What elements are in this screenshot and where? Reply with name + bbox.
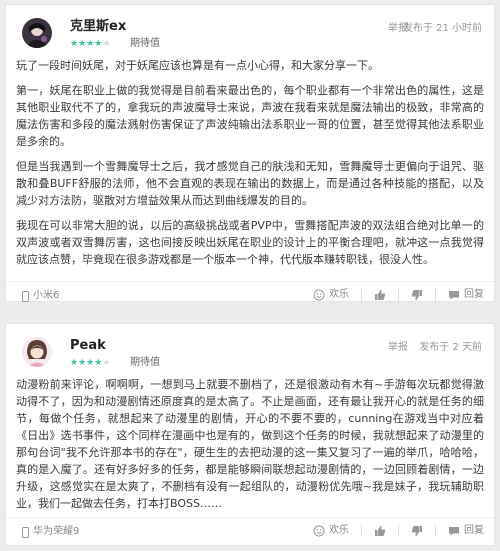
reply-button[interactable]: 回复 [448, 524, 484, 538]
phone-icon [22, 290, 29, 302]
thumbs-down-icon [411, 290, 422, 300]
divider [435, 289, 436, 301]
device-name: 小米6 [33, 290, 60, 301]
fun-button[interactable]: 欢乐 [313, 524, 349, 538]
review-actions: 欢乐 回复 [313, 524, 484, 538]
post-time: 发布于 2 天前 [419, 342, 482, 353]
report-button[interactable]: 举报 [388, 342, 408, 354]
rating-label: 期待值 [130, 38, 160, 49]
review-paragraph: 动漫粉前来评论，啊啊啊，一想到马上就要不删档了，还是很激动有木有~手游每次玩都觉… [16, 378, 484, 510]
review-paragraph: 第一，妖尾在职业上做的我觉得是目前看来最出色的，每个职业都有一个非常出色的属性，… [16, 84, 484, 148]
divider [435, 525, 436, 537]
review-body: 玩了一段时间妖尾，对于妖尾应该也算是有一点小心得，和大家分享一下。 第一，妖尾在… [16, 57, 484, 276]
device-name: 华为荣耀9 [33, 526, 80, 537]
rating-label: 期待值 [130, 357, 160, 368]
review-footer: 小米6 欢乐 回复 [6, 281, 494, 311]
thumbs-down-icon [411, 526, 422, 536]
star-icon: ★ [102, 358, 111, 368]
reply-label: 回复 [464, 289, 484, 300]
smile-icon [313, 289, 325, 301]
review-footer: 华为荣耀9 欢乐 回复 [6, 517, 494, 547]
divider [361, 289, 362, 301]
divider [398, 289, 399, 301]
star-icon: ★ [70, 39, 79, 49]
reply-label: 回复 [464, 525, 484, 536]
username[interactable]: 克里斯ex [70, 19, 126, 35]
post-time: 发布于 21 小时前 [402, 23, 482, 34]
avatar[interactable] [22, 18, 52, 48]
star-rating: ★★★★★ [70, 357, 110, 369]
fun-label: 欢乐 [329, 289, 349, 300]
avatar[interactable] [22, 337, 52, 367]
review-paragraph: 玩了一段时间妖尾，对于妖尾应该也算是有一点小心得，和大家分享一下。 [16, 59, 379, 72]
phone-icon [22, 526, 29, 538]
username[interactable]: Peak [70, 338, 106, 354]
review-card: 克里斯ex ★★★★★ 期待值 举报 发布于 21 小时前 玩了一段时间妖尾，对… [5, 4, 495, 302]
dislike-button[interactable] [411, 525, 423, 537]
like-button[interactable] [374, 525, 386, 537]
device-info: 小米6 [22, 290, 59, 302]
fun-button[interactable]: 欢乐 [313, 288, 349, 302]
star-icon: ★ [78, 39, 87, 49]
fun-label: 欢乐 [329, 525, 349, 536]
divider [361, 525, 362, 537]
divider [398, 525, 399, 537]
review-card: Peak ★★★★★ 期待值 举报 发布于 2 天前 动漫粉前来评论，啊啊啊，一… [5, 323, 495, 546]
reply-button[interactable]: 回复 [448, 288, 484, 302]
review-paragraph: 我现在可以非常大胆的说，以后的高级挑战或者PVP中，雪舞搭配声波的双法组合绝对比… [16, 219, 484, 266]
star-icon: ★ [78, 358, 87, 368]
device-info: 华为荣耀9 [22, 526, 79, 538]
like-button[interactable] [374, 289, 386, 301]
star-icon: ★ [70, 358, 79, 368]
smile-icon [313, 525, 325, 537]
review-body: 动漫粉前来评论，啊啊啊，一想到马上就要不删档了，还是很激动有木有~手游每次玩都觉… [16, 376, 484, 520]
star-rating: ★★★★★ [70, 38, 110, 50]
dislike-button[interactable] [411, 289, 423, 301]
thumbs-up-icon [375, 526, 386, 536]
comment-icon [449, 527, 459, 536]
review-paragraph: 但是当我遇到一个雪舞魔导士之后，我才感觉自己的肤浅和无知，雪舞魔导士更偏向于诅咒… [16, 160, 484, 207]
thumbs-up-icon [375, 290, 386, 300]
review-actions: 欢乐 回复 [313, 288, 484, 302]
comment-icon [449, 291, 459, 300]
star-icon: ★ [102, 39, 111, 49]
